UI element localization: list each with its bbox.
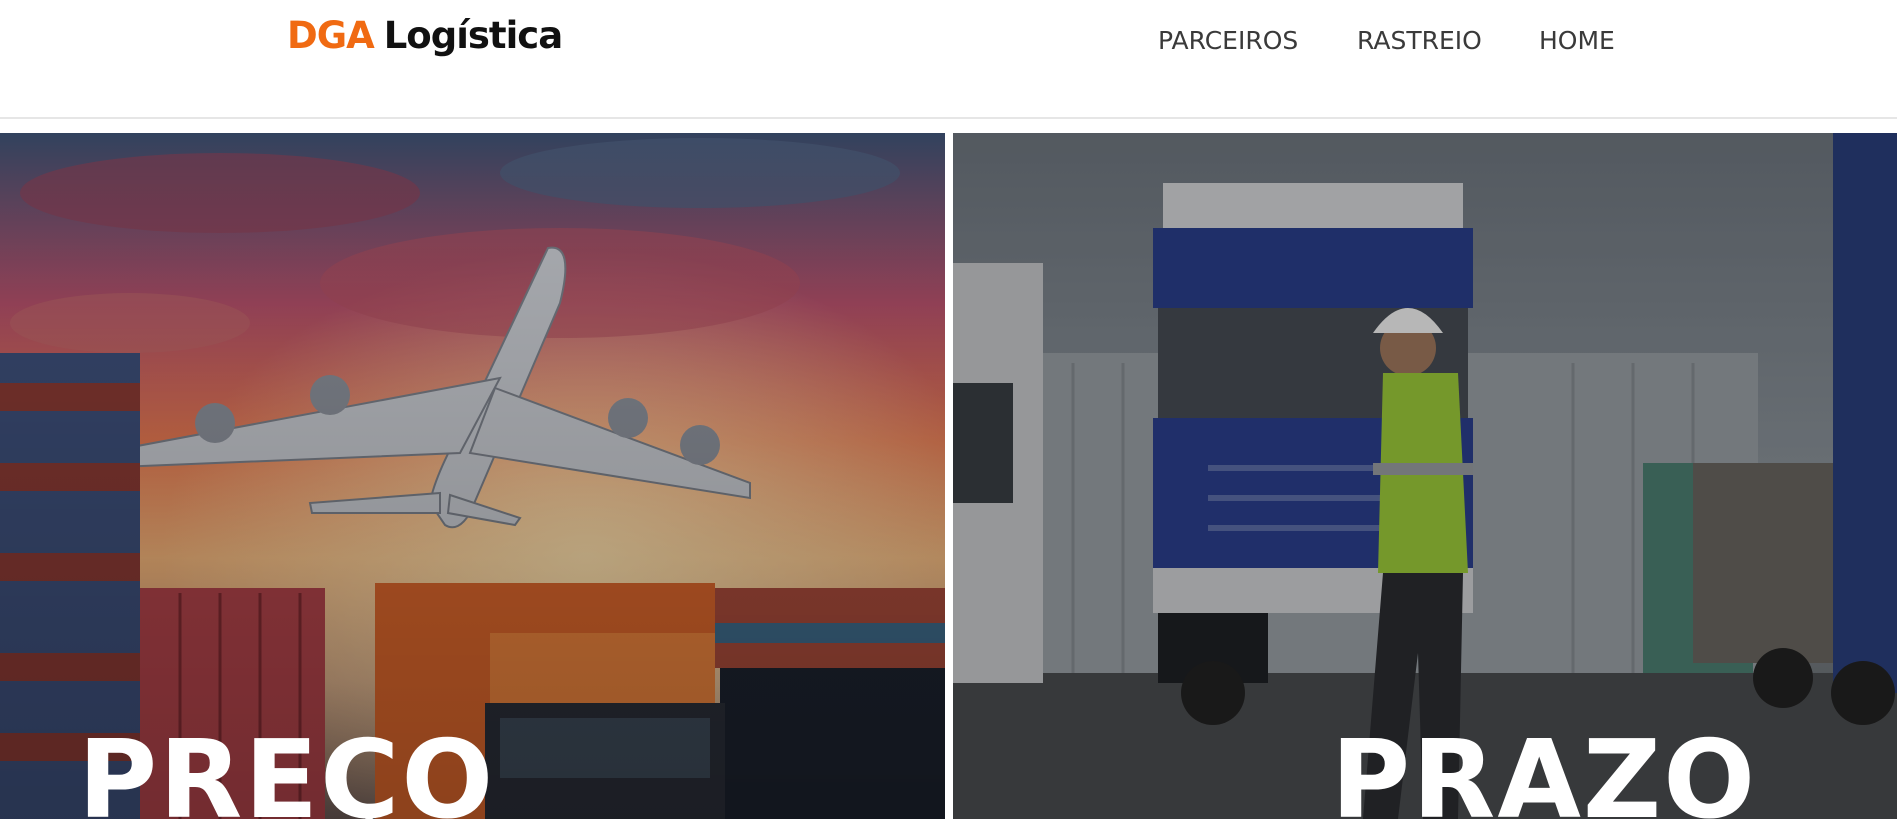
panel-preco-title: PREÇO bbox=[78, 718, 496, 819]
hero-panels: PREÇO PRAZO bbox=[0, 133, 1897, 819]
logo[interactable]: DGA Logística bbox=[287, 14, 563, 57]
nav-link-home[interactable]: HOME bbox=[1539, 26, 1615, 55]
panel-prazo-image bbox=[953, 133, 1897, 819]
nav-link-parceiros[interactable]: PARCEIROS bbox=[1158, 26, 1298, 55]
logo-brand-text: DGA bbox=[287, 14, 375, 57]
panel-prazo[interactable]: PRAZO bbox=[953, 133, 1897, 819]
panel-preco[interactable]: PREÇO bbox=[0, 133, 945, 819]
panel-preco-image bbox=[0, 133, 945, 819]
nav-link-rastreio[interactable]: RASTREIO bbox=[1357, 26, 1482, 55]
site-header: DGA Logística PARCEIROS RASTREIO HOME bbox=[0, 0, 1897, 119]
logo-name-text: Logística bbox=[383, 14, 563, 57]
panel-prazo-title: PRAZO bbox=[1331, 718, 1758, 819]
